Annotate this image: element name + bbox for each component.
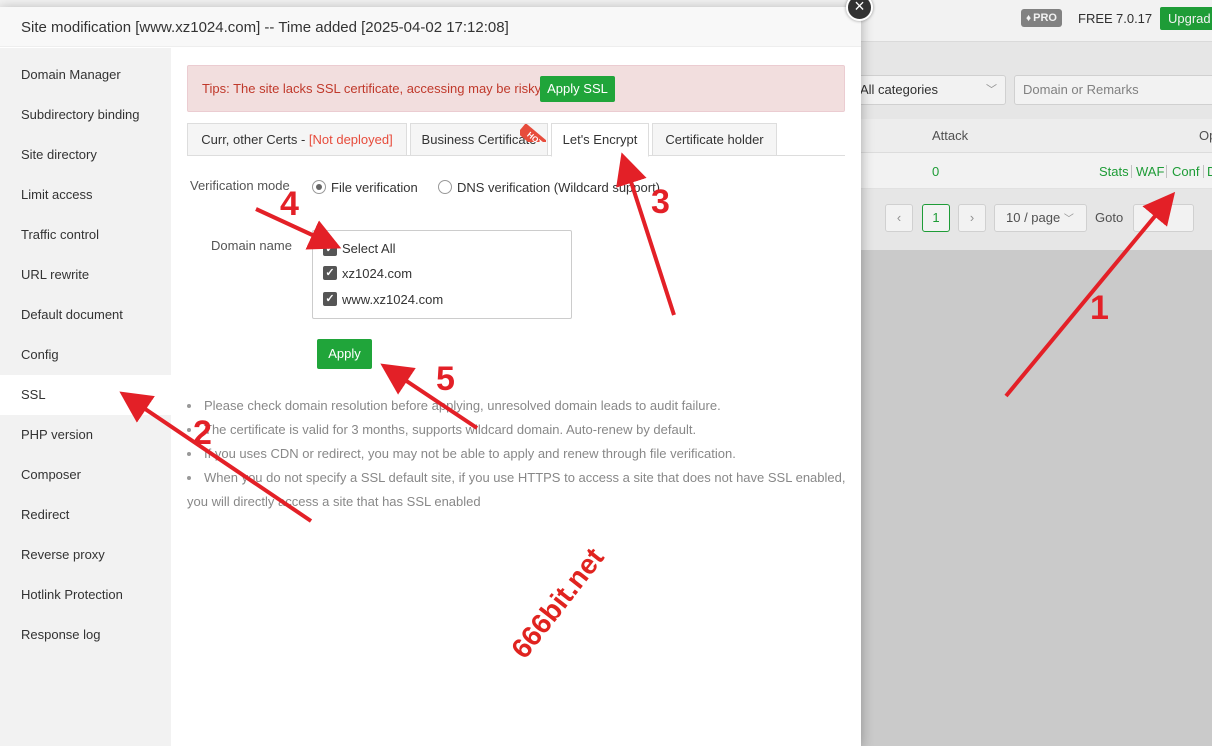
dns-verification-label: DNS verification (Wildcard support) bbox=[457, 180, 661, 195]
tab-certificate-holder[interactable]: Certificate holder bbox=[652, 123, 777, 156]
note-bullet bbox=[187, 428, 191, 432]
menu-item-config[interactable]: Config bbox=[0, 335, 171, 375]
menu-item-composer[interactable]: Composer bbox=[0, 455, 171, 495]
menu-item-domain-manager[interactable]: Domain Manager bbox=[0, 55, 171, 95]
note-bullet bbox=[187, 452, 191, 456]
menu-item-hotlink-protection[interactable]: Hotlink Protection bbox=[0, 575, 171, 615]
note-text: If you uses CDN or redirect, you may not… bbox=[204, 446, 736, 461]
menu-item-reverse-proxy[interactable]: Reverse proxy bbox=[0, 535, 171, 575]
note-text: Please check domain resolution before ap… bbox=[204, 398, 721, 413]
menu-item-subdirectory-binding[interactable]: Subdirectory binding bbox=[0, 95, 171, 135]
menu-item-url-rewrite[interactable]: URL rewrite bbox=[0, 255, 171, 295]
verification-mode-label: Verification mode bbox=[190, 178, 290, 193]
menu-item-limit-access[interactable]: Limit access bbox=[0, 175, 171, 215]
menu-item-redirect[interactable]: Redirect bbox=[0, 495, 171, 535]
menu-item-site-directory[interactable]: Site directory bbox=[0, 135, 171, 175]
domain-checkbox[interactable]: ✓ bbox=[323, 266, 337, 280]
note-text: you will directly access a site that has… bbox=[187, 494, 481, 509]
domain-label: www.xz1024.com bbox=[342, 292, 444, 307]
domain-checkbox[interactable]: ✓ bbox=[323, 292, 337, 306]
select-all-label: Select All bbox=[342, 241, 396, 256]
annotation-number-2: 2 bbox=[193, 414, 212, 452]
side-menu: Domain Manager Subdirectory binding Site… bbox=[0, 48, 171, 746]
hot-badge-label: HOT bbox=[520, 124, 546, 142]
annotation-number-1: 1 bbox=[1090, 289, 1109, 327]
file-verification-radio[interactable] bbox=[312, 180, 326, 194]
apply-button[interactable]: Apply bbox=[317, 339, 372, 369]
hot-badge: HOT bbox=[520, 124, 546, 142]
menu-item-default-document[interactable]: Default document bbox=[0, 295, 171, 335]
note-text: When you do not specify a SSL default si… bbox=[204, 470, 846, 485]
menu-item-response-log[interactable]: Response log bbox=[0, 615, 171, 655]
annotation-number-3: 3 bbox=[651, 183, 670, 221]
dns-verification-radio[interactable] bbox=[438, 180, 452, 194]
select-all-checkbox[interactable]: ✓ bbox=[323, 242, 337, 256]
menu-item-traffic-control[interactable]: Traffic control bbox=[0, 215, 171, 255]
modal-header: Site modification [www.xz1024.com] -- Ti… bbox=[0, 7, 861, 47]
not-deployed-status: [Not deployed] bbox=[308, 132, 393, 147]
site-modification-modal: Site modification [www.xz1024.com] -- Ti… bbox=[0, 7, 861, 746]
apply-ssl-button[interactable]: Apply SSL bbox=[540, 76, 615, 102]
tab-lets-encrypt[interactable]: Let's Encrypt bbox=[551, 123, 649, 157]
note-text: The certificate is valid for 3 months, s… bbox=[204, 422, 697, 437]
file-verification-label: File verification bbox=[331, 180, 418, 195]
tab-current-certs[interactable]: Curr, other Certs - [Not deployed] bbox=[187, 123, 407, 156]
annotation-number-4: 4 bbox=[280, 185, 299, 223]
tab-current-certs-label: Curr, other Certs - bbox=[201, 132, 309, 147]
menu-item-ssl[interactable]: SSL bbox=[0, 375, 171, 415]
ssl-warning-text: Tips: The site lacks SSL certificate, ac… bbox=[202, 81, 544, 96]
domain-name-label: Domain name bbox=[211, 238, 292, 253]
note-bullet bbox=[187, 476, 191, 480]
note-bullet bbox=[187, 404, 191, 408]
domain-label: xz1024.com bbox=[342, 266, 413, 281]
annotation-number-5: 5 bbox=[436, 360, 455, 398]
modal-title: Site modification [www.xz1024.com] -- Ti… bbox=[21, 19, 509, 36]
menu-item-php-version[interactable]: PHP version bbox=[0, 415, 171, 455]
